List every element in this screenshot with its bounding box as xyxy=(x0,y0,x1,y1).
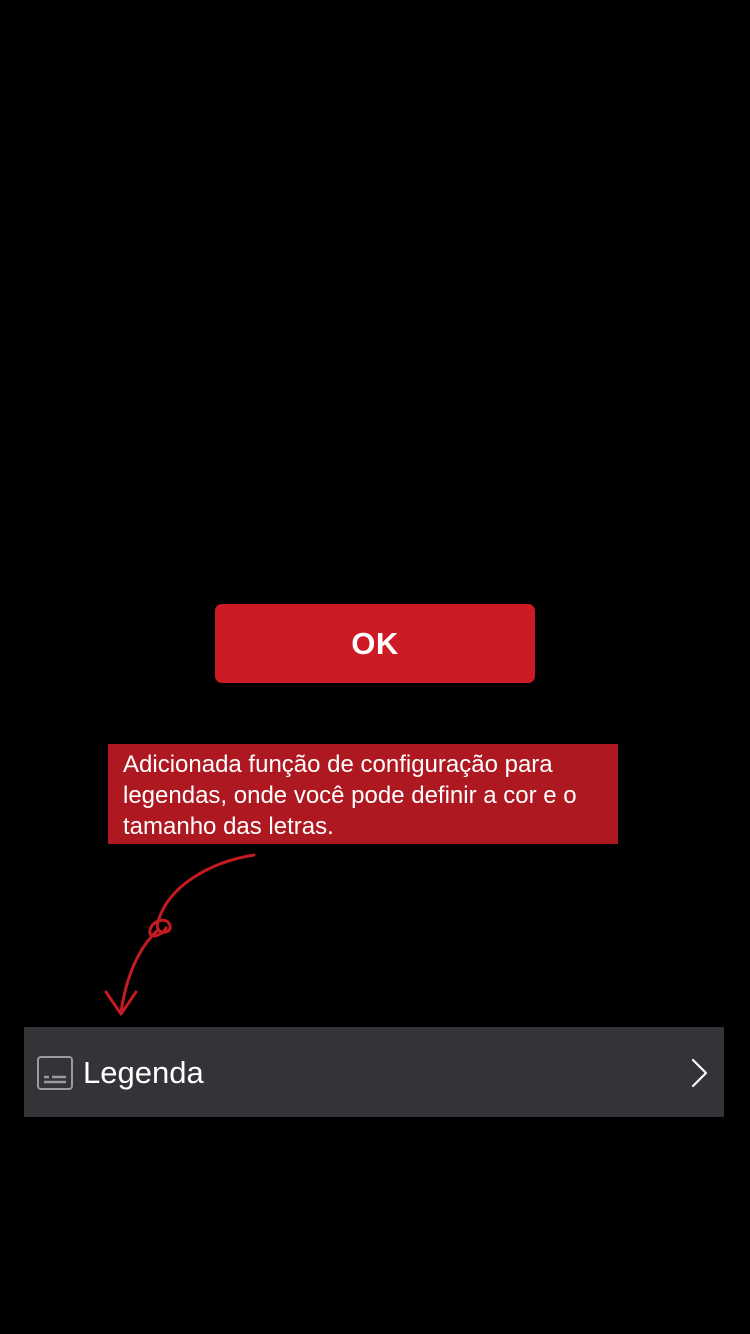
chevron-right-icon xyxy=(691,1058,708,1088)
ok-button[interactable]: OK xyxy=(215,604,535,683)
feature-tip-callout: Adicionada função de configuração para l… xyxy=(108,744,618,844)
settings-row-legenda[interactable]: Legenda xyxy=(24,1027,724,1117)
subtitles-icon xyxy=(37,1056,73,1090)
screen: OK Adicionada função de configuração par… xyxy=(0,0,750,1334)
hand-drawn-arrow-icon xyxy=(104,853,256,1016)
settings-row-label: Legenda xyxy=(83,1055,204,1090)
